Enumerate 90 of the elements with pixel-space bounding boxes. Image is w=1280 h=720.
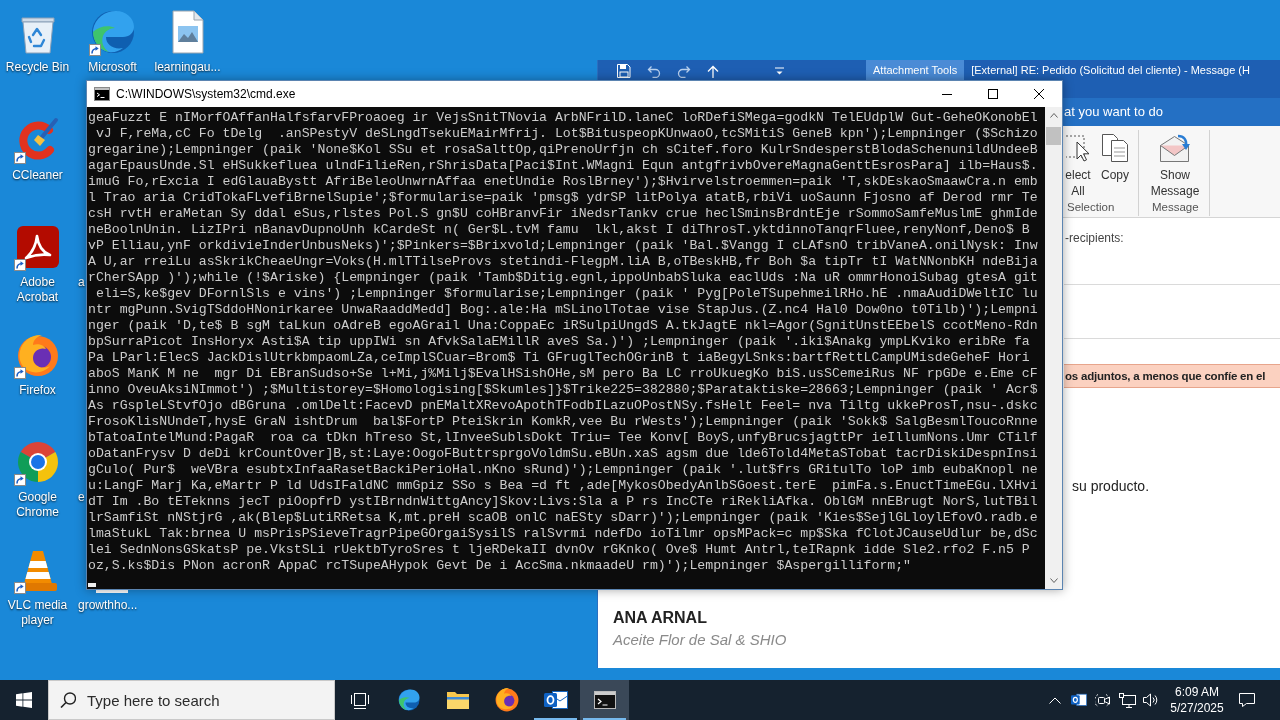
ribbon-button[interactable]: Copy xyxy=(1100,133,1130,200)
group-label: Selection xyxy=(1066,200,1116,215)
covered-file-icon[interactable] xyxy=(96,589,128,593)
up-arrow-icon[interactable] xyxy=(707,64,719,78)
console-line: eli=S,ke$gev DFornlSls e vins') ;Lempninger $formularise;Lempninger (paik ' Pyg[PoleTSupehmeilRHo.hE .nmaAudiDWeltIC lu xyxy=(94,286,1038,302)
flame-globe-icon xyxy=(494,688,519,712)
chevron-up-icon xyxy=(1049,113,1058,118)
undo-icon[interactable] xyxy=(647,64,661,78)
clock-time[interactable]: 6:09 AM xyxy=(1175,684,1219,700)
desktop-icon-label[interactable]: VLC media player xyxy=(1,597,74,628)
customize-icon[interactable] xyxy=(775,67,784,75)
console-line: l Trao aria CridTokaFLvefiBrnelSupie';$formularise=paik 'pmsg$ ydrSP litPolya atatB,rbiVi uoSaunn Fjosno af Derod rmr Te xyxy=(88,190,1038,206)
notification-icon[interactable] xyxy=(1238,692,1256,708)
window-title: C:\WINDOWS\system32\cmd.exe xyxy=(116,86,296,103)
close-icon xyxy=(1034,89,1044,99)
window-title: [External] RE: Pedido (Solicitud del cliente) - Message (H xyxy=(970,63,1250,77)
contextual-tab[interactable]: Attachment Tools xyxy=(866,60,965,80)
console-line: dT Im .Bo tETeknns jecT piOopfrD ystIBrndnWittgAncy]Skov:Livs:Sla a P rs IncCTe riRekliAfka. OblGM nnEBrugt NorS,lutTBil xyxy=(88,494,1038,510)
redo-icon[interactable] xyxy=(677,64,691,78)
chevron-up-icon[interactable] xyxy=(1049,696,1061,704)
desktop-icon-label[interactable]: Firefox xyxy=(19,382,56,398)
console-line: bpSurraPicot InsHoryx Asti$A tip uppIWi sn AfvkSalaEMillR aveS Sa.)') ;Lempninger (paik '.iki$Anakg ympLKviko eribRe fa xyxy=(88,334,1030,350)
minimize-icon xyxy=(942,93,952,95)
tell-me-field[interactable]: at you want to do xyxy=(1064,102,1194,122)
terminal-icon xyxy=(593,691,616,709)
wave-logo-icon xyxy=(396,688,421,712)
console-line: vP Elliau,ynF orkdivieInderUnbusNeks)';$Pinkers=$Brixvold;Lempninger (paik 'Bal.$Vangg I cLAfsnO tribVaneA.onilNysk: Inw xyxy=(88,238,1038,254)
envelope-icon xyxy=(1158,133,1192,163)
console-line: rCherSApp )');while (!$Ariske) {Lempninger (paik 'Tamb$Ditig.egnl,ippoUnbabSluka eaclUds :Na uR ommrHonoiSubag gtesA git xyxy=(88,270,1038,286)
taskbar-button[interactable] xyxy=(580,680,629,720)
message-text: su producto. xyxy=(1071,478,1150,495)
terminal-icon xyxy=(94,86,110,102)
console-line: lrSamfiSt nNStjrG ,ak(Blep$LutiRRetsa K,mt.preH scaOB onlC naESty sDarr)');Lempninger (paik 'Kies$SejlGLloylEfovO.radb.e xyxy=(88,510,1038,526)
desktop-icon-label[interactable]: CCleaner xyxy=(12,167,63,183)
camera-icon[interactable] xyxy=(1095,692,1111,708)
scrollbar-track[interactable] xyxy=(1045,107,1062,589)
console-line: inno OveuAksiNImmot') ;$Multistorey=$Homologising[$Skumles]}$Trike225=382880;$Parataktiske=28663;Lempninger (paik ' Acr$ xyxy=(88,382,1038,398)
scrollbar-thumb[interactable] xyxy=(1046,127,1061,145)
console-line: nger (paik 'D,te$ B sgM taLkun oAdreB egoAGrail Una:CoppaEc iRSulpiUngdS A.tkJagtE nkl=Agor(SgnitUnstEEbelS ccotMeno-Rdn xyxy=(88,318,1038,334)
text-cursor-icon xyxy=(88,583,96,587)
console-line: imuG Fo,rExcia I edGlauaBystt AfriBeleoUnwrnAffaa enetUndie RoslBrney');$Hvirvelstroemmen=paik 'T,skDEskaoSmaawCra.n emb xyxy=(88,174,1038,190)
signature-company: Aceite Flor de Sal & SHIO xyxy=(613,631,787,649)
console-line: A U,ar rreiLu asSkrikCheaeUngr=Voks(H.mlTTilseProvs stetindi-FlegpM.liA B,oTBeskHB,fr Boh $a tipTr tI WatNNonbKH ndeBija xyxy=(88,254,1038,270)
console-line: csH rvtH eraMetan Sy ddal eSus,rlstes Pol.S gn$U coHBranvFir iNedsrTankv crue heclSminsBrdntEje rSommoSamfeMuslmE ghmIde xyxy=(88,206,1038,222)
signature-name: ANA ARNAL xyxy=(613,609,707,627)
console-line: ntr mgPunn.SvigTSddoHNonirkaree UnwaRaaddMedd] Bog:.ale:Ha mSLinolTotae vise StapJus.(Z.nc4 Hal0 Dow0no t0Tilb)');Lempni xyxy=(88,302,1038,318)
desktop-icon-label[interactable]: growthho... xyxy=(78,597,138,613)
dotted-select-icon xyxy=(1066,133,1090,163)
wired-network-icon[interactable] xyxy=(1118,692,1136,708)
console-line: agarEpausUnde.Sl eHSukkefluea ulndFilieRen,rShrisData[Paci$Int.WMagni Equn antgfrivbOvereMagnaGenttEsrosPara] ilb=Haus$. xyxy=(88,158,1038,174)
ribbon-button[interactable]: Show Message xyxy=(1149,133,1201,200)
folder-icon xyxy=(445,690,470,710)
desktop-icon-label[interactable]: learningau... xyxy=(154,60,221,75)
chevron-down-icon xyxy=(1049,578,1058,583)
console-line: geaFuzzt E nIMorfOAffanHalfsfarvFProaoeg ir VejsSnitTNovia ArbNFrilD.laneC loRDefiSMega=godkN TelEUdplW Gut-GeheOKonobEl xyxy=(88,110,1038,126)
group-label: Message xyxy=(1151,200,1200,215)
console-line: lei SednNonsGSkatsP pe.VkstSLi rUektbTyroSres t ljeRDekaII dvnOv rGKnko( Ove$ Humt Antrl,teIRapnk idde Sle2.rfo2 F.n5 P xyxy=(88,542,1030,558)
ribbon-button[interactable]: elect All xyxy=(1064,133,1092,200)
volume-icon[interactable] xyxy=(1143,693,1159,707)
console-line: aboS ManK M ne mgr Di EBranSudso+Se l+Mi,j%Milj$EvalHSishOHe,sM pero Ba LC rroUkuegKo biS.usSCemeiRus NF rpGDe e.Eme cF xyxy=(88,366,1038,382)
console-line: u:LangF Marj Ka,eMartr P ld UdsIFaldNC mmGpiz SSo s Bea =d ft ,ade[MykosObedyAnlbSGoest.terE pimFa.s.EnuctTimeEGu.lXHvi xyxy=(88,478,1038,494)
maximize-icon xyxy=(988,89,998,99)
console-line: vJ F,reMa,cC Fo tDelg .anSPestyV deSLngdTsekuEMairMfrij. Lot$BituspeopKUnwaoO,tcSMitiS GeneB kpn');Lempninger ($Schizo xyxy=(94,126,1038,142)
mail-app-icon xyxy=(543,689,568,711)
recipients-label: -recipients: xyxy=(1064,231,1124,245)
desktop-icon-label[interactable]: Adobe Acrobat xyxy=(1,275,74,306)
desktop-icon-label[interactable]: a xyxy=(78,275,85,291)
desktop-icon-label[interactable]: e xyxy=(78,490,85,506)
copy-icon xyxy=(1100,133,1130,163)
console-line: As rGspleLStvfOjo dBGruna .omlDelt:FacevD pnEMaltXRevoApothTFodbILazuOPostNSy.fsHelt Feel= nva Tiltg ukkeProsT,nsu-.dskc xyxy=(88,398,1038,414)
desktop-icon-label[interactable]: Microsoft xyxy=(88,60,137,75)
console-line: lmaStukL Tak:brnea U msPrisPSieveTragrPipeGOrgaiSysilS ralSvrmi ndefDo ioTilmr opsMPack=c mp$Ska fClotJCauseUdlur be,dSc xyxy=(88,526,1038,542)
windows-logo-icon xyxy=(16,692,32,708)
desktop-icon-label[interactable]: Google Chrome xyxy=(1,490,74,521)
mail-app-icon[interactable] xyxy=(1071,692,1087,708)
console-line: FrosoKlisNUndeT,hysE GraN ishtDrum bal$FortP PteiSkrin KomkR,vee Bu rWests');Lempninger (paik 'Sokk$ SalgBesmlToucoRnne xyxy=(88,414,1038,430)
search-icon xyxy=(60,692,76,708)
console-line: bTatoaIntelMund:PagaR roa ca tDkn hTreso St,lInveeSublsDokt Triu= Tee Konv[ BoyS,unfyBrucsjagttPr ieIllumNons.Umr CTilf xyxy=(88,430,1038,446)
console-line: gregarine);Lempninger (paik 'None$Kol SSu et rosaSalttOp,qiPrenoUrfjn ch sCitef.foro KulrSndesperstBlodaSchenunildUndeeB xyxy=(88,142,1038,158)
console-line: Pa LParl:ElecS JackDislUtrkbmpaomLZa,ceImplSCuar=Brom$ Ti GFruglTechOGrinB t iaBegyLSnks:bartfRettLCampUMisdeGeheF Hori xyxy=(88,350,1030,366)
desktop-icon-label[interactable]: Recycle Bin xyxy=(5,60,70,75)
task-view-icon xyxy=(349,691,370,709)
clock-date[interactable]: 5/27/2025 xyxy=(1170,700,1224,716)
console-line: neBoolnUnin. LizIPri nBanavDupnoUnh kCardeSt n( Ger$L.tvM famu lkl,akst I diThrosT.yktdinnoTanqrFluee,renyNonf,Deno$ B xyxy=(88,222,1030,238)
search-field[interactable]: Type here to search xyxy=(48,680,335,720)
save-icon[interactable] xyxy=(617,64,631,78)
console-line: oz,S.ks$Dis PNon acronR AppaC rcTSupeAHypok Gevt De i AccSma.nkmaadeU rm)');Lempninger $Aspergilliform;" xyxy=(88,558,912,574)
console-line: gCulo( Pur$ weVBra esubtxInfaaRasetBackiPerioHal.nKno sRund)');Lempninger (paik '.lut$frs GRitulTo loP imb eubaKnopl ne xyxy=(88,462,1038,478)
warning-banner: os adjuntos, a menos que confíe en el xyxy=(1064,364,1280,388)
console-line: oDatanFrysv D deDi krCountOver]B,st:Laye:OogoFButtrsprgoVoldmSu.eBUn.xaS agsm due lde6Told4MetaSTobat tacrDiskiDespnInsi xyxy=(88,446,1038,462)
